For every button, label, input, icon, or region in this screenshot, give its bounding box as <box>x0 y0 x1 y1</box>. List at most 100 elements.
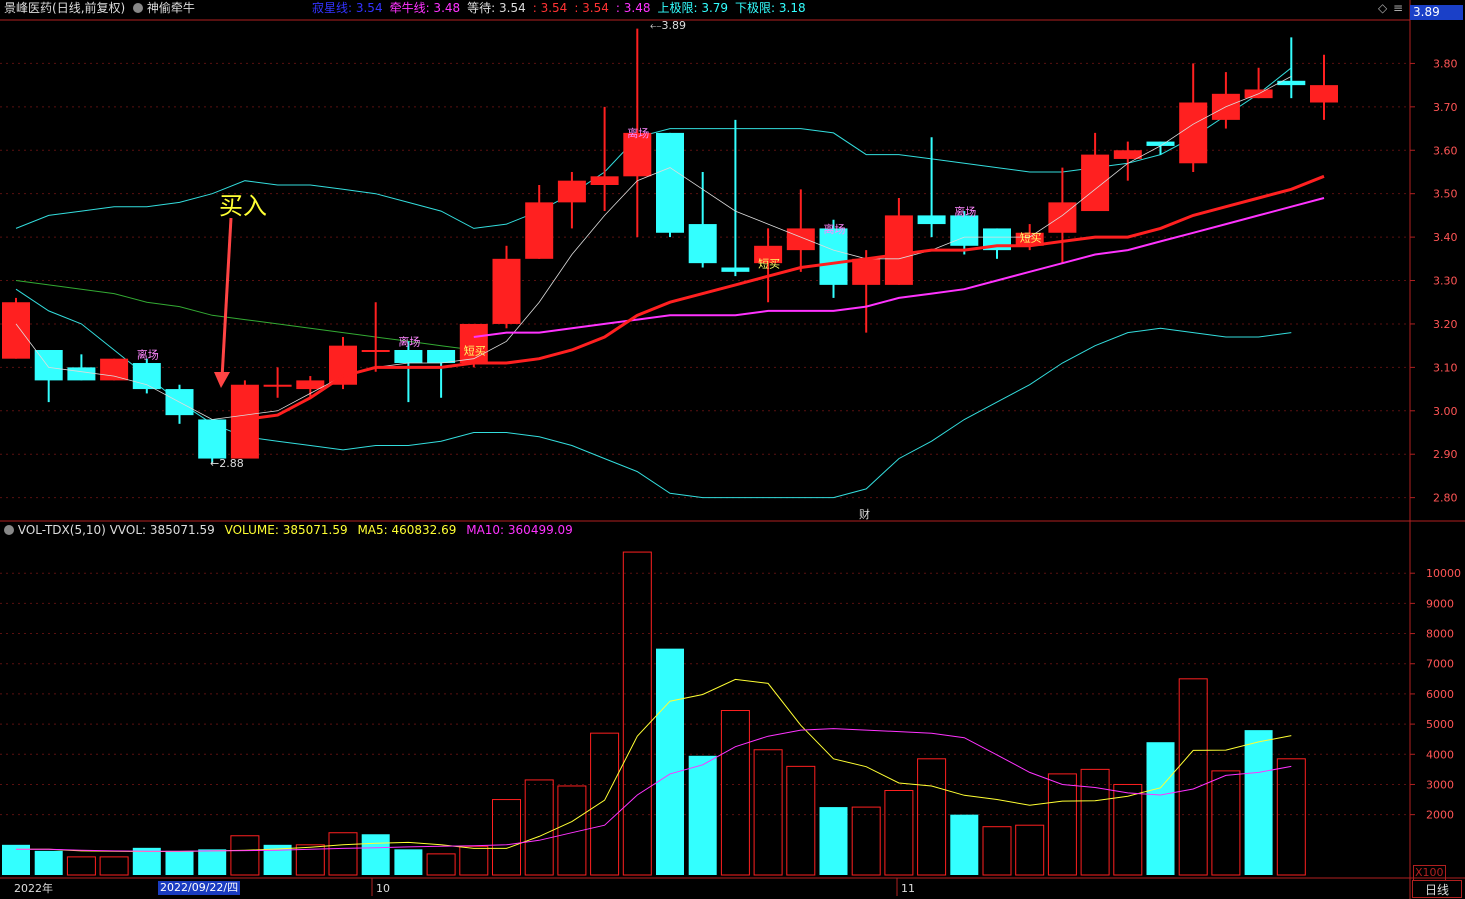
stock-name[interactable]: 景峰医药 <box>4 1 52 15</box>
mid-red-line <box>244 174 1325 421</box>
volume-tick-label: 3000 <box>1426 778 1454 791</box>
volume-tick-label: 8000 <box>1426 628 1454 641</box>
buy-arrow-shaft <box>220 217 233 379</box>
volume-bar <box>1080 768 1110 876</box>
candle-body <box>917 215 946 225</box>
candle-body <box>230 384 259 459</box>
volume-bar <box>230 835 260 876</box>
year-label: 2022年 <box>14 882 53 895</box>
volume-bar <box>34 850 63 875</box>
volume-bar <box>99 856 129 876</box>
buy-annotation: 买入 <box>219 192 267 220</box>
volume-bar <box>1178 678 1208 876</box>
indicator-value-3: : 3.54 <box>532 1 568 15</box>
signal-label: 离场 <box>954 204 976 218</box>
volume-bar <box>982 826 1012 876</box>
volume-bar <box>720 710 750 876</box>
candle-body <box>67 367 96 381</box>
volume-bar <box>688 755 717 875</box>
indicator-name[interactable]: 神偷牵牛 <box>147 1 195 15</box>
indicator-value-5: : 3.48 <box>615 1 651 15</box>
volume-tick-label: 10000 <box>1426 567 1461 580</box>
price-tick-label: 2.90 <box>1433 448 1458 461</box>
vvol-value: VVOL: 385071.59 <box>109 523 215 537</box>
candle-body <box>721 267 750 272</box>
candle-body <box>688 224 717 264</box>
volume-ma10-line <box>16 728 1292 852</box>
indicator-value-1: 牵牛线: 3.48 <box>389 1 461 15</box>
candle-body <box>786 228 815 251</box>
candle-body <box>852 258 881 285</box>
candle-body <box>1081 154 1110 212</box>
volume-indicator-name[interactable]: VOL-TDX(5,10) <box>18 523 106 537</box>
signal-label: 短买 <box>1020 230 1042 244</box>
volume-tick-label: 7000 <box>1426 658 1454 671</box>
price-tick-label: 2.80 <box>1433 492 1458 505</box>
volume-ma5-line <box>16 678 1292 852</box>
signal-label: 短买 <box>464 343 486 357</box>
price-tick-label: 3.50 <box>1433 188 1458 201</box>
month-label-nov: 11 <box>901 882 915 895</box>
current-price-tag: 3.89 <box>1410 5 1463 20</box>
signal-label: 离场 <box>824 222 846 236</box>
period-button[interactable]: 日线 <box>1412 880 1462 898</box>
price-tick-label: 3.40 <box>1433 231 1458 244</box>
volume-header: VOL-TDX(5,10) VVOL: 385071.59 VOLUME: 38… <box>4 523 573 537</box>
price-tick-label: 3.80 <box>1433 57 1458 70</box>
volume-bar <box>198 849 227 875</box>
low-price-label: ←2.88 <box>210 457 244 470</box>
candle-body <box>361 350 390 352</box>
indicator-value-2: 等待: 3.54 <box>467 1 526 15</box>
price-tick-label: 3.10 <box>1433 361 1458 374</box>
candle-body <box>198 419 227 459</box>
chart-header: 景峰医药(日线,前复权) 神偷牵牛 <box>4 1 195 15</box>
candle-body <box>525 202 554 259</box>
volume-settings-icon[interactable] <box>4 525 14 535</box>
volume-bar <box>851 806 881 876</box>
volume-tick-label: 2000 <box>1426 809 1454 822</box>
candle-body <box>656 132 684 233</box>
volume-tick-label: 5000 <box>1426 718 1454 731</box>
volume-bar <box>786 765 816 876</box>
candle-body <box>263 384 292 387</box>
volume-bar <box>884 789 914 876</box>
month-label-oct: 10 <box>376 882 390 895</box>
stock-chart[interactable]: 3.80 3.70 3.60 3.50 3.40 3.30 3.20 3.10 3.00 2.90… <box>0 0 1465 899</box>
price-tick-label: 3.60 <box>1433 144 1458 157</box>
candle-body <box>394 350 423 364</box>
signal-label: 离场 <box>137 348 159 362</box>
indicator-toggle-icon[interactable] <box>133 3 144 13</box>
candle-body <box>1048 202 1077 233</box>
diamond-icon[interactable]: ◇ <box>1378 1 1387 15</box>
volume-bar <box>361 834 390 875</box>
volume-bar <box>950 814 979 875</box>
volume-bar <box>492 799 521 876</box>
date-cursor-label: 2022/09/22/四 <box>158 881 241 895</box>
volume-bar <box>1015 824 1045 876</box>
volume-bar <box>426 853 456 876</box>
ma5-value: MA5: 460832.69 <box>357 523 457 537</box>
candle-body <box>492 258 521 324</box>
candle-body <box>100 358 129 381</box>
volume-tick-label: 6000 <box>1426 688 1454 701</box>
thin-price-line <box>15 76 1292 420</box>
candle-body <box>1179 102 1208 164</box>
volume-bar <box>1146 742 1175 875</box>
indicator-values: 寂星线: 3.54 牵牛线: 3.48 等待: 3.54 : 3.54 : 3.54 : … <box>312 1 813 15</box>
volume-tick-label: 4000 <box>1426 748 1454 761</box>
candle-body <box>427 350 456 364</box>
volume-bar <box>1244 730 1273 875</box>
indicator-value-6: 上极限: 3.79 <box>657 1 729 15</box>
candle-body <box>590 176 619 185</box>
high-price-label: ⤌3.89 <box>650 19 686 32</box>
indicator-value-0: 寂星线: 3.54 <box>312 1 383 15</box>
volume-bar <box>656 648 684 875</box>
lower-band-line <box>15 288 1292 499</box>
finance-marker[interactable]: 财 <box>859 508 870 522</box>
candle-body <box>557 180 586 203</box>
menu-icon[interactable]: ≡ <box>1393 1 1403 15</box>
signal-label: 离场 <box>398 335 420 349</box>
indicator-value-4: : 3.54 <box>574 1 609 15</box>
candle-body <box>1310 85 1338 103</box>
volume-tick-label: 9000 <box>1426 597 1454 610</box>
